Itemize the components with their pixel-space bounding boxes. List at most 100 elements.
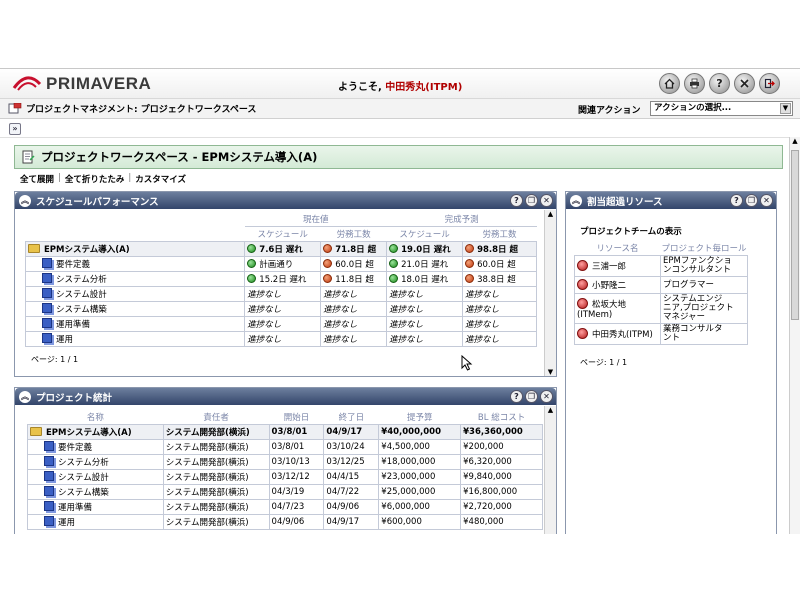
scroll-up-arrow[interactable]: ▲ <box>790 137 800 145</box>
col-labor2-header[interactable]: 労務工数 <box>463 227 537 242</box>
metric-cell: 進捗なし <box>244 331 322 347</box>
collapse-all-link[interactable]: 全て折りたたみ <box>65 173 125 185</box>
print-icon[interactable] <box>684 73 705 94</box>
stats-end: 04/4/15 <box>326 472 360 482</box>
schedule-scrollbar[interactable]: ▲ ▼ <box>544 210 556 376</box>
stats-owner-cell: システム開発部(横浜) <box>162 454 270 470</box>
help-icon[interactable]: ? <box>709 73 730 94</box>
collapse-icon[interactable]: ︽ <box>19 390 31 403</box>
metric-cell: 進捗なし <box>386 316 464 332</box>
help-icon[interactable]: ? <box>510 390 523 403</box>
col-role-header[interactable]: プロジェクト毎ロール <box>660 241 747 256</box>
expand-panel-icon[interactable]: » <box>9 123 21 135</box>
col-schedule2-header[interactable]: スケジュール <box>387 227 463 242</box>
stats-cost-cell: ¥6,320,000 <box>460 454 543 470</box>
row-name[interactable]: システム設計 <box>58 473 109 483</box>
stats-end-cell: 04/7/22 <box>323 484 380 500</box>
stats-budget: ¥4,500,000 <box>381 442 430 452</box>
resource-name[interactable]: 小野隆二 <box>592 281 626 291</box>
restore-icon[interactable]: ❐ <box>525 390 538 403</box>
row-name[interactable]: システム分析 <box>58 458 109 468</box>
stats-column-header[interactable]: 開始日 <box>269 410 324 425</box>
row-name[interactable]: システム分析 <box>56 275 107 285</box>
chevron-down-icon[interactable]: ▼ <box>780 103 791 114</box>
stats-column-header[interactable]: 提予算 <box>379 410 461 425</box>
stats-end: 04/9/06 <box>326 502 360 512</box>
stats-owner-cell: システム開発部(横浜) <box>162 514 270 530</box>
stats-end-cell: 04/4/15 <box>323 469 380 485</box>
status-ok-icon <box>389 244 399 253</box>
resources-subtitle: プロジェクトチームの表示 <box>580 227 682 237</box>
close-icon[interactable]: ✕ <box>760 194 773 207</box>
stats-column-header[interactable]: 終了日 <box>324 410 379 425</box>
resource-name[interactable]: 中田秀丸(ITPM) <box>592 330 653 340</box>
collapse-icon[interactable]: ︽ <box>570 194 582 207</box>
stats-column-header[interactable]: 名称 <box>28 410 164 425</box>
close-icon[interactable]: ✕ <box>540 390 553 403</box>
table-row: EPMシステム導入(A) 7.6日 遅れ 71.8日 超 19.0日 遅れ 98.8日 … <box>24 241 537 257</box>
collapse-icon[interactable]: ︽ <box>19 194 31 207</box>
col-labor-header[interactable]: 労務工数 <box>321 227 387 242</box>
resource-icon <box>577 297 588 309</box>
table-row: 運用 システム開発部(横浜) 04/9/06 04/9/17 ¥600,000 ¥480,… <box>27 514 543 530</box>
row-name[interactable]: 要件定義 <box>58 443 92 453</box>
portlet-buttons: ? ❐ ✕ <box>510 390 553 403</box>
home-icon[interactable] <box>659 73 680 94</box>
status-over-icon <box>465 244 475 253</box>
row-name-cell: システム設計 <box>24 286 246 302</box>
metric-value: 98.8日 超 <box>477 245 519 255</box>
metric-cell: 進捗なし <box>320 286 388 302</box>
metric-value: 60.0日 超 <box>335 260 374 270</box>
metric-cell: 進捗なし <box>320 301 388 317</box>
statistics-scrollbar[interactable]: ▲ <box>544 406 556 534</box>
metric-value: 7.6日 遅れ <box>259 245 303 255</box>
page-title: プロジェクトワークスペース - EPMシステム導入(A) <box>41 150 318 164</box>
metric-cell: 38.8日 超 <box>462 271 537 287</box>
row-name[interactable]: 要件定義 <box>56 260 90 270</box>
logout-icon[interactable] <box>759 73 780 94</box>
breadcrumb-text: プロジェクトマネジメント: プロジェクトワークスペース <box>26 105 257 115</box>
tools-icon[interactable] <box>734 73 755 94</box>
stats-end: 04/7/22 <box>326 487 360 497</box>
link-separator: | <box>128 173 132 183</box>
stats-column-header[interactable]: 責任者 <box>163 410 269 425</box>
scroll-up-arrow[interactable]: ▲ <box>545 406 556 414</box>
restore-icon[interactable]: ❐ <box>745 194 758 207</box>
stats-cost-cell: ¥200,000 <box>460 439 543 455</box>
row-name[interactable]: 運用準備 <box>58 503 92 513</box>
page-scrollbar[interactable]: ▲ <box>789 137 800 534</box>
row-name[interactable]: EPMシステム導入(A) <box>44 245 130 255</box>
stats-start: 04/7/23 <box>271 502 305 512</box>
scroll-down-arrow[interactable]: ▼ <box>545 368 556 376</box>
scroll-up-arrow[interactable]: ▲ <box>545 210 556 218</box>
help-icon[interactable]: ? <box>510 194 523 207</box>
table-row: 要件定義 計画通り 60.0日 超 21.0日 遅れ 60.0日 超 <box>24 256 537 272</box>
scroll-thumb[interactable] <box>791 150 799 320</box>
col-resource-header[interactable]: リソース名 <box>575 241 661 256</box>
customize-link[interactable]: カスタマイズ <box>135 173 186 185</box>
action-select[interactable]: アクションの選択... ▼ <box>650 101 793 116</box>
row-name[interactable]: 運用 <box>56 335 73 345</box>
resource-icon <box>577 260 588 271</box>
table-row: 運用 進捗なし 進捗なし 進捗なし 進捗なし <box>24 331 537 347</box>
metric-value: 計画通り <box>259 260 294 270</box>
resource-name[interactable]: 三浦一郎 <box>592 262 626 272</box>
restore-icon[interactable]: ❐ <box>525 194 538 207</box>
metric-cell: 19.0日 遅れ <box>386 241 464 257</box>
row-name[interactable]: システム設計 <box>56 290 107 300</box>
close-icon[interactable]: ✕ <box>540 194 553 207</box>
help-icon[interactable]: ? <box>730 194 743 207</box>
table-row: 小野隆二 プログラマー <box>574 276 749 294</box>
stats-cost: ¥36,360,000 <box>463 427 523 437</box>
stats-cost: ¥2,720,000 <box>463 502 512 512</box>
row-name[interactable]: システム構築 <box>58 488 109 498</box>
row-name[interactable]: 運用 <box>58 518 75 528</box>
expand-all-link[interactable]: 全て展開 <box>20 173 54 185</box>
row-name[interactable]: 運用準備 <box>56 320 90 330</box>
breadcrumb-icon <box>8 103 22 114</box>
row-name[interactable]: システム構築 <box>56 305 107 315</box>
stats-column-header[interactable]: BL 総コスト <box>461 410 543 425</box>
stats-budget: ¥600,000 <box>381 517 422 527</box>
col-schedule-header[interactable]: スケジュール <box>245 227 321 242</box>
row-name[interactable]: EPMシステム導入(A) <box>46 428 132 438</box>
